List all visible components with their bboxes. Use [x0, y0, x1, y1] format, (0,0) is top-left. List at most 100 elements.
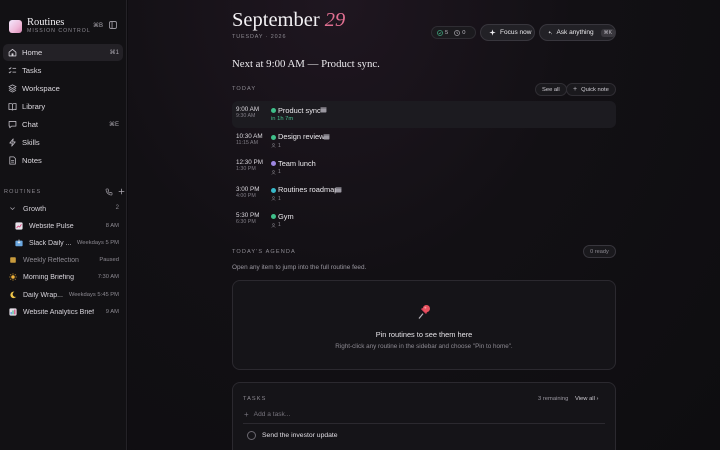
schedule-event[interactable]: 3:00 PM 4:00 PM Routines roadmap 1 [232, 181, 616, 208]
event-attendees: 1 [271, 143, 281, 149]
nav-item-workspace[interactable]: Workspace [3, 80, 123, 97]
nav-item-library[interactable]: Library [3, 98, 123, 115]
nav-item-tasks[interactable]: Tasks [3, 62, 123, 79]
pending-count: 0 [462, 29, 466, 36]
chat-icon [8, 121, 17, 129]
routine-schedule: 9 AM [105, 309, 119, 315]
routine-schedule: 7:30 AM [97, 274, 119, 280]
schedule-event[interactable]: 9:00 AM 9:30 AM Product sync in 1h 7m [232, 101, 616, 128]
event-title: Routines roadmap [278, 185, 339, 194]
focus-now-button[interactable]: Focus now [480, 24, 535, 41]
routine-schedule: Weekdays 5:45 PM [68, 292, 119, 298]
task-label: Send the investor update [262, 432, 338, 439]
nav-label: Home [22, 48, 43, 57]
nav-label: Skills [22, 138, 40, 147]
nav-item-skills[interactable]: Skills [3, 134, 123, 151]
routine-schedule: 8 AM [105, 223, 119, 229]
routine-label: Website Analytics Brief [23, 308, 95, 316]
app-logo [9, 19, 22, 33]
event-title: Design review [278, 132, 325, 141]
event-start: 9:00 AM [236, 106, 260, 113]
nav-label: Notes [22, 156, 42, 165]
done-counter: 5 [437, 30, 448, 36]
pushpin-icon [418, 305, 430, 319]
nav-item-notes[interactable]: Notes [3, 152, 123, 169]
routine-status: Paused [99, 257, 119, 263]
pending-counter: 0 [454, 30, 465, 36]
event-start: 3:00 PM [236, 185, 260, 193]
date-month: September [232, 9, 320, 31]
tasks-icon [8, 67, 17, 74]
attendee-count: 1 [278, 142, 281, 149]
plus-icon: + [244, 410, 249, 419]
magic-sparkles-icon [548, 30, 553, 35]
chevron-down-icon [10, 206, 15, 210]
nav-label: Tasks [22, 66, 42, 75]
schedule-event[interactable]: 10:30 AM 11:15 AM Design review 1 [232, 128, 616, 155]
event-end: 11:15 AM [236, 139, 258, 146]
nav-item-chat[interactable]: Chat ⌘E [3, 116, 123, 133]
main-nav: Home ⌘1 Tasks Workspace Library Chat ⌘E … [3, 44, 123, 170]
routine-item[interactable]: Website Pulse 8 AM [15, 220, 119, 232]
brand[interactable]: Routines MISSION CONTROL [9, 17, 91, 35]
divider [243, 423, 605, 424]
done-count: 5 [445, 29, 449, 36]
status-counters[interactable]: 5 0 [431, 26, 476, 39]
routine-group-name: Growth [23, 203, 47, 213]
routine-group-count: 2 [115, 205, 119, 211]
phone-icon[interactable] [105, 188, 113, 196]
event-color-dot [271, 187, 276, 193]
routine-item[interactable]: Slack Daily ... Weekdays 5 PM [15, 237, 119, 249]
sidebar: Routines MISSION CONTROL ⌘B Home ⌘1 Task… [0, 0, 127, 450]
routine-item[interactable]: Morning Briefing 7:30 AM [9, 271, 119, 283]
routine-group-growth[interactable]: Growth 2 [9, 203, 120, 213]
today-schedule: 9:00 AM 9:30 AM Product sync in 1h 7m 10… [232, 101, 616, 234]
add-task-input[interactable]: + Add a task... [244, 410, 290, 419]
nav-label: Chat [22, 120, 39, 129]
event-title: Gym [278, 211, 294, 221]
routine-item[interactable]: Daily Wrap... Weekdays 5:45 PM [9, 289, 119, 301]
home-icon [8, 48, 17, 57]
empty-state-description: Right-click any routine in the sidebar a… [335, 343, 513, 350]
event-start: 10:30 AM [236, 132, 263, 140]
event-eta: in 1h 7m [271, 116, 294, 122]
ask-shortcut: ⌘K [600, 28, 615, 37]
attendee-count: 1 [278, 195, 281, 202]
event-color-dot [271, 134, 276, 140]
routines-section-header: ROUTINES [4, 187, 125, 197]
routine-item[interactable]: Weekly Reflection Paused [9, 254, 119, 266]
person-icon [271, 196, 276, 201]
app-subtitle: MISSION CONTROL [27, 27, 91, 34]
nav-label: Library [22, 102, 46, 111]
task-checkbox[interactable] [247, 431, 256, 440]
calendar-icon [335, 186, 342, 192]
inbox-tray-icon [15, 239, 23, 247]
routine-item[interactable]: Website Analytics Brief 9 AM [9, 306, 119, 318]
nav-item-home[interactable]: Home ⌘1 [3, 44, 123, 61]
ask-anything-button[interactable]: Ask anything ⌘K [539, 24, 616, 41]
brand-text: Routines MISSION CONTROL [27, 17, 91, 35]
calendar-icon [320, 107, 327, 113]
event-attendees: 1 [271, 222, 281, 228]
see-all-button[interactable]: See all [535, 83, 567, 96]
home-main: September 29 TUESDAY · 2026 5 0 Focus no… [128, 0, 720, 450]
date-day: 29 [324, 9, 346, 31]
sparkle-icon [489, 29, 496, 36]
nav-shortcut: ⌘E [108, 122, 119, 128]
sidebar-toggle-icon[interactable] [109, 21, 117, 29]
schedule-event[interactable]: 12:30 PM 1:30 PM Team lunch 1 [232, 154, 616, 181]
routines-section-label: ROUTINES [4, 189, 42, 195]
event-end: 1:30 PM [236, 166, 256, 172]
task-item[interactable]: Send the investor update [247, 431, 338, 440]
view-all-tasks-link[interactable]: View all › [575, 396, 598, 402]
sun-icon [9, 273, 17, 281]
schedule-event[interactable]: 5:30 PM 6:30 PM Gym 1 [232, 207, 616, 234]
quick-note-button[interactable]: + Quick note [566, 83, 616, 96]
routine-label: Weekly Reflection [23, 256, 79, 264]
event-start: 12:30 PM [236, 159, 263, 166]
empty-state-title: Pin routines to see them here [375, 330, 473, 339]
attendee-count: 1 [278, 222, 281, 228]
event-end: 6:30 PM [236, 219, 256, 225]
routine-label: Morning Briefing [23, 273, 74, 281]
add-routine-icon[interactable] [118, 188, 125, 195]
